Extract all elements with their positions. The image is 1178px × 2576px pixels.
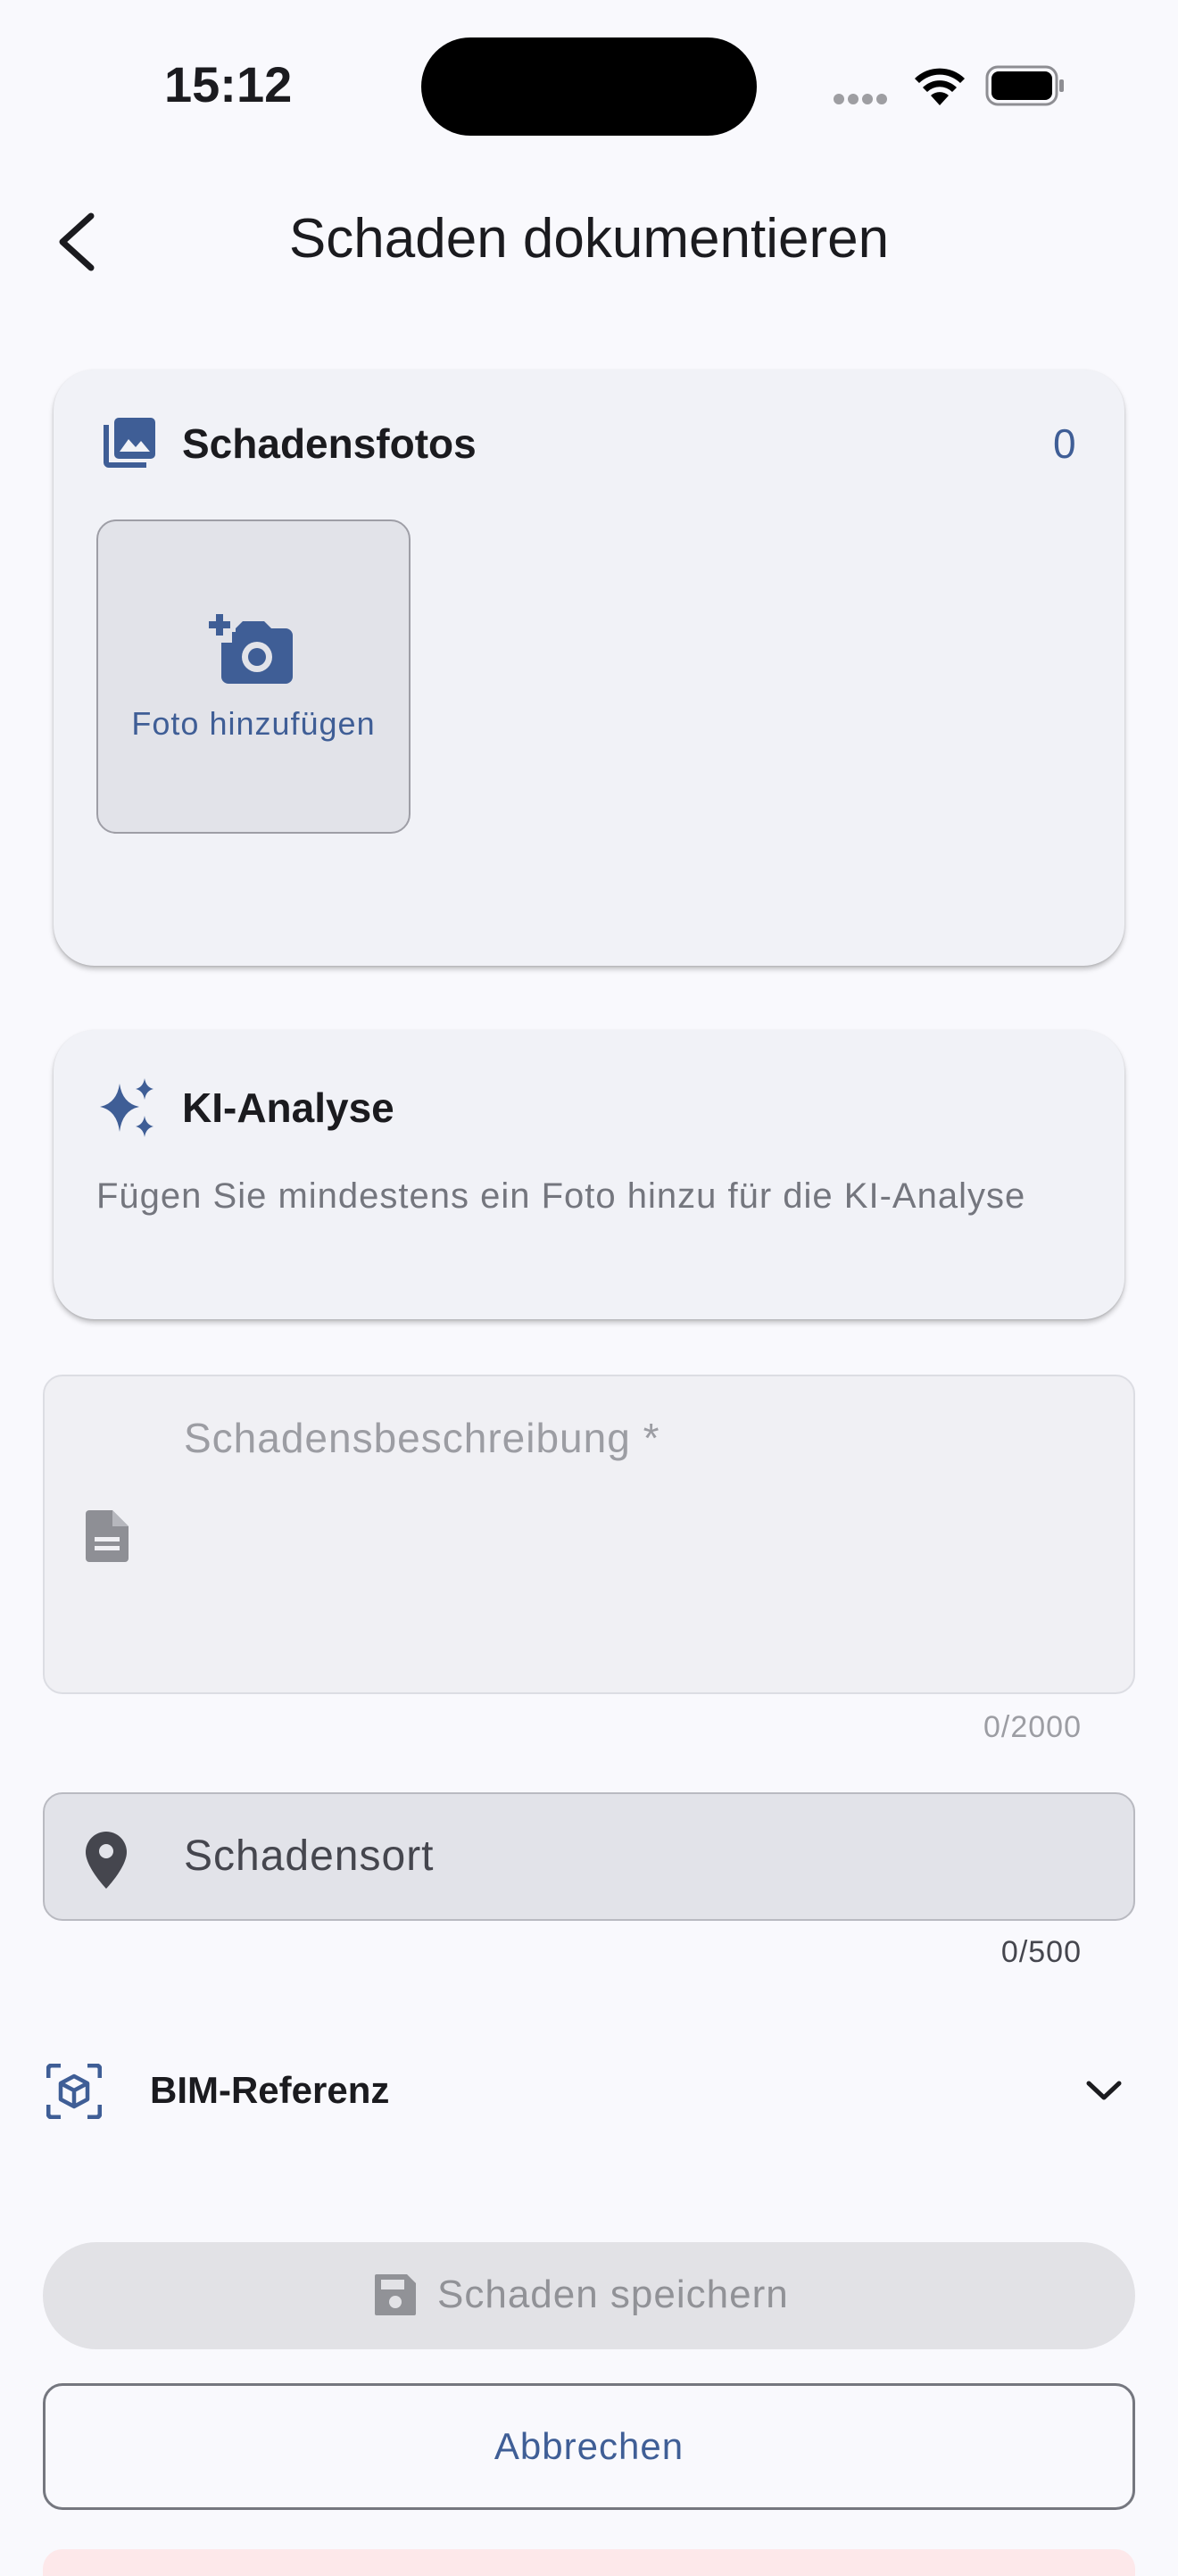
- add-photo-label: Foto hinzufügen: [131, 705, 376, 742]
- save-damage-button[interactable]: Schaden speichern: [43, 2242, 1135, 2349]
- bim-reference-label: BIM-Referenz: [150, 2069, 390, 2111]
- wifi-icon: [915, 68, 965, 105]
- ki-analysis-hint: Fügen Sie mindestens ein Foto hinzu für …: [96, 1176, 1026, 1216]
- next-section-peek: [43, 2549, 1135, 2576]
- location-pin-icon: [86, 1832, 127, 1889]
- dynamic-island: [421, 37, 757, 136]
- photo-count: 0: [1053, 420, 1076, 467]
- view-in-ar-icon: [46, 2064, 102, 2119]
- add-a-photo-icon: [209, 614, 293, 684]
- ki-card-title: KI-Analyse: [182, 1084, 394, 1131]
- photos-card-title: Schadensfotos: [182, 420, 477, 467]
- damage-location-placeholder: Schadensort: [184, 1832, 435, 1880]
- status-time: 15:12: [164, 56, 293, 112]
- cellular-signal-icon: [834, 93, 896, 105]
- battery-icon: [985, 65, 1064, 106]
- chevron-down-icon[interactable]: [1085, 2078, 1123, 2103]
- document-icon: [86, 1510, 129, 1562]
- cancel-button[interactable]: Abbrechen: [43, 2383, 1135, 2510]
- page-title: Schaden dokumentieren: [288, 208, 890, 270]
- description-char-counter: 0/2000: [983, 1710, 1082, 1744]
- photo-library-icon: [104, 418, 155, 468]
- add-photo-button[interactable]: Foto hinzufügen: [96, 519, 411, 834]
- floppy-disk-icon: [375, 2274, 416, 2315]
- damage-description-placeholder: Schadensbeschreibung *: [184, 1415, 660, 1461]
- save-damage-label: Schaden speichern: [437, 2273, 789, 2316]
- location-char-counter: 0/500: [1000, 1935, 1082, 1969]
- cancel-label: Abbrechen: [494, 2425, 684, 2467]
- sparkle-icon: [100, 1078, 153, 1137]
